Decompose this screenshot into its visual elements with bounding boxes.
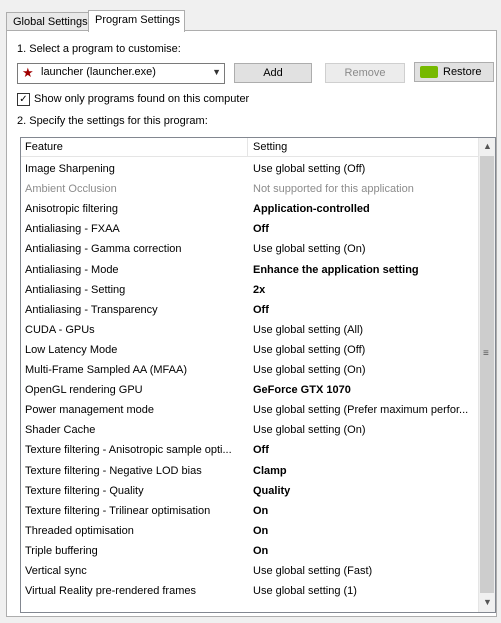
setting-cell[interactable]: Use global setting (1) <box>253 585 475 597</box>
program-star-icon: ★ <box>22 65 34 80</box>
setting-cell[interactable]: Application-controlled <box>253 203 475 215</box>
feature-cell: OpenGL rendering GPU <box>25 384 143 397</box>
feature-cell: Shader Cache <box>25 424 96 437</box>
setting-cell[interactable]: Use global setting (On) <box>253 243 475 255</box>
feature-cell: Antialiasing - Gamma correction <box>25 243 182 256</box>
setting-cell[interactable]: Not supported for this application <box>253 183 475 195</box>
feature-cell: Low Latency Mode <box>25 343 118 356</box>
feature-cell: Ambient Occlusion <box>25 183 117 196</box>
program-select-value: launcher (launcher.exe) <box>41 66 156 78</box>
feature-cell: Threaded optimisation <box>25 524 134 537</box>
feature-cell: Image Sharpening <box>25 163 115 175</box>
setting-cell[interactable]: Quality <box>253 485 475 497</box>
setting-cell[interactable]: Use global setting (Off) <box>253 163 475 175</box>
scroll-down-icon[interactable]: ▼ <box>483 597 492 607</box>
feature-cell: Texture filtering - Trilinear optimisati… <box>25 504 211 517</box>
scroll-up-icon[interactable]: ▲ <box>483 141 492 151</box>
feature-cell: Texture filtering - Negative LOD bias <box>25 464 202 477</box>
list-header: Feature Setting <box>21 138 478 157</box>
table-row[interactable]: Texture filtering - Trilinear optimisati… <box>21 501 478 521</box>
show-only-checkbox[interactable]: ✓ <box>17 93 30 106</box>
table-row[interactable]: OpenGL rendering GPU GeForce GTX 1070 <box>21 380 478 400</box>
chevron-down-icon[interactable]: ▼ <box>212 67 221 77</box>
table-row[interactable]: CUDA - GPUs Use global setting (All) <box>21 320 478 340</box>
table-row[interactable]: Antialiasing - Transparency Off <box>21 300 478 320</box>
scroll-grip-icon: ≡ <box>483 348 489 359</box>
feature-cell: Antialiasing - Mode <box>25 263 119 276</box>
tab-global-settings[interactable]: Global Settings <box>6 12 96 31</box>
table-row[interactable]: Multi-Frame Sampled AA (MFAA) Use global … <box>21 360 478 380</box>
show-only-label[interactable]: Show only programs found on this compute… <box>34 93 249 105</box>
table-row[interactable]: Vertical sync Use global setting (Fast) <box>21 561 478 581</box>
step2-label: 2. Specify the settings for this program… <box>17 115 208 127</box>
setting-cell[interactable]: GeForce GTX 1070 <box>253 384 475 396</box>
setting-cell[interactable]: Clamp <box>253 465 475 477</box>
table-row[interactable]: Threaded optimisation On <box>21 521 478 541</box>
step1-label: 1. Select a program to customise: <box>17 43 181 55</box>
program-settings-panel: 1. Select a program to customise: ★ laun… <box>6 30 497 617</box>
table-row[interactable]: Triple buffering On <box>21 541 478 561</box>
table-row[interactable]: Image Sharpening Use global setting (Off) <box>21 159 478 179</box>
setting-cell[interactable]: Use global setting (Prefer maximum perfo… <box>253 404 475 416</box>
feature-cell: Anisotropic filtering <box>25 203 118 216</box>
feature-cell: CUDA - GPUs <box>25 323 95 336</box>
table-row[interactable]: Texture filtering - Negative LOD bias Cla… <box>21 461 478 481</box>
restore-button[interactable]: Restore <box>414 62 494 82</box>
add-button[interactable]: Add <box>234 63 312 83</box>
vertical-scrollbar[interactable]: ▲ ≡ ▼ <box>478 138 495 612</box>
table-row[interactable]: Virtual Reality pre-rendered frames Use g… <box>21 581 478 601</box>
feature-cell: Texture filtering - Quality <box>25 484 144 497</box>
header-divider <box>247 138 248 156</box>
table-row[interactable]: Antialiasing - Setting 2x <box>21 280 478 300</box>
program-select[interactable]: ★ launcher (launcher.exe) ▼ <box>17 63 225 84</box>
header-setting[interactable]: Setting <box>253 141 287 153</box>
table-row[interactable]: Antialiasing - FXAA Off <box>21 219 478 239</box>
setting-cell[interactable]: On <box>253 545 475 557</box>
tab-program-settings[interactable]: Program Settings <box>88 10 185 32</box>
setting-cell[interactable]: Off <box>253 304 475 316</box>
remove-button[interactable]: Remove <box>325 63 405 83</box>
setting-cell[interactable]: 2x <box>253 284 475 296</box>
feature-cell: Antialiasing - FXAA <box>25 223 120 236</box>
table-row[interactable]: Low Latency Mode Use global setting (Off) <box>21 340 478 360</box>
table-row[interactable]: Texture filtering - Quality Quality <box>21 481 478 501</box>
setting-cell[interactable]: On <box>253 505 475 517</box>
table-row[interactable]: Antialiasing - Gamma correction Use globa… <box>21 239 478 259</box>
feature-cell: Vertical sync <box>25 565 87 577</box>
header-feature[interactable]: Feature <box>25 141 63 153</box>
nvidia-logo-icon <box>420 66 438 78</box>
table-row[interactable]: Ambient Occlusion Not supported for this … <box>21 179 478 199</box>
feature-cell: Power management mode <box>25 404 155 417</box>
scrollbar-thumb[interactable] <box>480 156 494 593</box>
setting-cell[interactable]: Use global setting (Fast) <box>253 565 475 577</box>
table-row[interactable]: Shader Cache Use global setting (On) <box>21 420 478 440</box>
table-row[interactable]: Anisotropic filtering Application-control… <box>21 199 478 219</box>
setting-cell[interactable]: Use global setting (All) <box>253 324 475 336</box>
table-row[interactable]: Antialiasing - Mode Enhance the applicati… <box>21 260 478 280</box>
setting-cell[interactable]: On <box>253 525 475 537</box>
restore-button-label: Restore <box>443 66 482 78</box>
setting-cell[interactable]: Off <box>253 444 475 456</box>
table-row[interactable]: Power management mode Use global setting … <box>21 400 478 420</box>
setting-cell[interactable]: Use global setting (On) <box>253 424 475 436</box>
settings-list: Feature Setting Image Sharpening Use glob… <box>20 137 496 613</box>
feature-cell: Antialiasing - Setting <box>25 283 126 296</box>
table-row[interactable]: Texture filtering - Anisotropic sample o… <box>21 440 478 460</box>
feature-cell: Multi-Frame Sampled AA (MFAA) <box>25 364 187 376</box>
setting-cell[interactable]: Use global setting (On) <box>253 364 475 376</box>
feature-cell: Triple buffering <box>25 544 98 557</box>
setting-cell[interactable]: Enhance the application setting <box>253 264 475 276</box>
feature-cell: Texture filtering - Anisotropic sample o… <box>25 444 232 457</box>
setting-cell[interactable]: Off <box>253 223 475 235</box>
feature-cell: Virtual Reality pre-rendered frames <box>25 585 196 598</box>
setting-cell[interactable]: Use global setting (Off) <box>253 344 475 356</box>
feature-cell: Antialiasing - Transparency <box>25 303 158 316</box>
